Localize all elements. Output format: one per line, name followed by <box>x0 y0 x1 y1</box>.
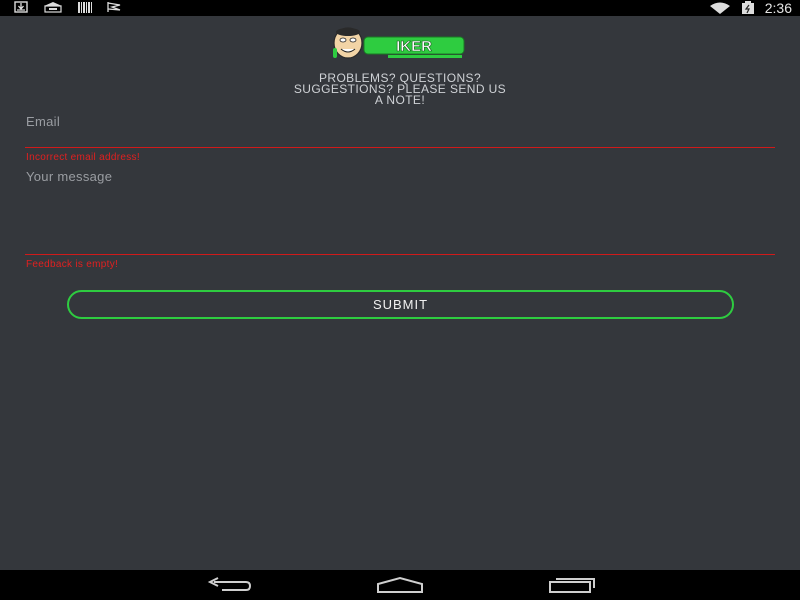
status-time: 2:36 <box>764 0 792 16</box>
intro-line-3: A NOTE! <box>374 93 426 107</box>
barcode-icon <box>78 1 92 13</box>
message-error-text: Feedback is empty! <box>26 259 119 270</box>
wifi-icon <box>709 2 731 14</box>
message-field[interactable]: Your message <box>26 169 112 184</box>
flag-icon <box>106 1 122 13</box>
app-logo: IKER <box>332 26 466 62</box>
logo-wordmark: IKER <box>396 38 432 55</box>
home-icon[interactable] <box>376 576 424 599</box>
submit-button[interactable]: SUBMIT <box>67 290 734 319</box>
email-error-text: Incorrect email address! <box>26 152 140 163</box>
submit-button-label: SUBMIT <box>372 297 429 312</box>
back-icon[interactable] <box>206 576 252 599</box>
status-bar: 2:36 <box>0 0 800 16</box>
message-field-underline <box>25 254 775 255</box>
battery-icon <box>741 1 755 15</box>
email-field[interactable]: Email <box>26 114 60 129</box>
email-field-underline <box>25 147 775 148</box>
bag-icon <box>42 1 64 13</box>
download-icon <box>14 1 28 13</box>
recents-icon[interactable] <box>548 576 596 599</box>
feedback-intro-text: PROBLEMS? QUESTIONS? SUGGESTIONS? PLEASE… <box>240 72 560 107</box>
status-bar-system: 2:36 <box>709 0 792 16</box>
status-bar-notifications <box>14 1 122 13</box>
navigation-bar <box>0 570 800 600</box>
